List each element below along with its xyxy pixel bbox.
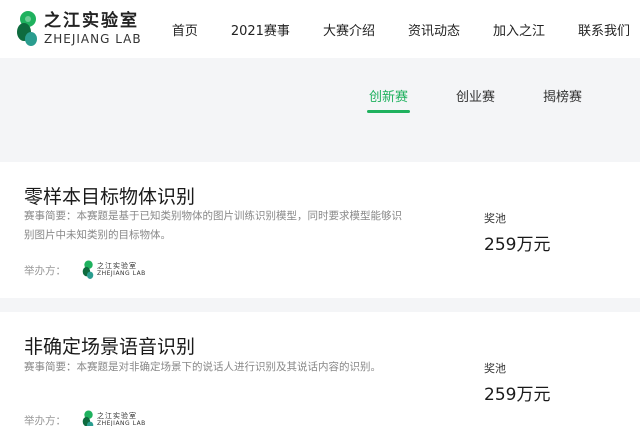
competition-title[interactable]: 非确定场景语音识别 (24, 332, 195, 359)
organizer-logo-cn: 之江实验室 (97, 412, 137, 420)
nav-2021-events[interactable]: 2021赛事 (231, 20, 290, 39)
competition-card[interactable]: 非确定场景语音识别 赛事简要：本赛题是对非确定场景下的说话人进行识别及其说话内容… (0, 312, 640, 426)
logo-name-en: ZHEJIANG LAB (44, 32, 142, 46)
tab-open-challenge[interactable]: 揭榜赛 (543, 86, 582, 105)
competition-tabs: 创新赛 创业赛 揭榜赛 (366, 86, 582, 113)
competition-card[interactable]: 零样本目标物体识别 赛事简要：本赛题是基于已知类别物体的图片训练识别模型，同时要… (0, 162, 640, 298)
logo-emblem-icon (16, 10, 38, 48)
organizer: 举办方： 之江实验室 ZHEJIANG LAB (24, 410, 146, 426)
logo-name-cn: 之江实验室 (44, 11, 139, 31)
nav-home[interactable]: 首页 (172, 20, 198, 39)
nav-competition-intro[interactable]: 大赛介绍 (323, 20, 375, 39)
page: 之江实验室 ZHEJIANG LAB 首页 2021赛事 大赛介绍 资讯动态 加… (0, 0, 640, 426)
organizer-label: 举办方： (24, 414, 66, 426)
main-nav: 首页 2021赛事 大赛介绍 资讯动态 加入之江 联系我们 (172, 0, 630, 58)
nav-contact[interactable]: 联系我们 (578, 20, 630, 39)
site-header: 之江实验室 ZHEJIANG LAB 首页 2021赛事 大赛介绍 资讯动态 加… (0, 0, 640, 58)
organizer-label: 举办方： (24, 264, 66, 277)
prize-pool-label: 奖池 (484, 212, 506, 225)
nav-join[interactable]: 加入之江 (493, 20, 545, 39)
tab-entrepreneurship[interactable]: 创业赛 (456, 86, 495, 105)
prize-pool-label: 奖池 (484, 362, 506, 375)
nav-news[interactable]: 资讯动态 (408, 20, 460, 39)
competition-description: 赛事简要：本赛题是基于已知类别物体的图片训练识别模型，同时要求模型能够识别图片中… (24, 210, 402, 241)
competition-description: 赛事简要：本赛题是对非确定场景下的说话人进行识别及其说话内容的识别。 (24, 361, 381, 373)
logo-emblem-icon (82, 410, 94, 426)
organizer-logo-en: ZHEJIANG LAB (97, 270, 146, 277)
zhejiang-lab-logo[interactable]: 之江实验室 ZHEJIANG LAB (16, 9, 156, 49)
tab-innovation[interactable]: 创新赛 (366, 86, 410, 113)
logo-emblem-icon (82, 260, 94, 280)
competition-tabs-band: 创新赛 创业赛 揭榜赛 (0, 58, 640, 150)
organizer: 举办方： 之江实验室 ZHEJIANG LAB (24, 260, 146, 280)
organizer-logo-en: ZHEJIANG LAB (97, 420, 146, 426)
organizer-logo: 之江实验室 ZHEJIANG LAB (82, 260, 146, 280)
competition-title[interactable]: 零样本目标物体识别 (24, 182, 195, 209)
prize-pool-value: 259万元 (484, 385, 551, 405)
prize-pool-value: 259万元 (484, 235, 551, 255)
organizer-logo-cn: 之江实验室 (97, 262, 137, 270)
organizer-logo: 之江实验室 ZHEJIANG LAB (82, 410, 146, 426)
